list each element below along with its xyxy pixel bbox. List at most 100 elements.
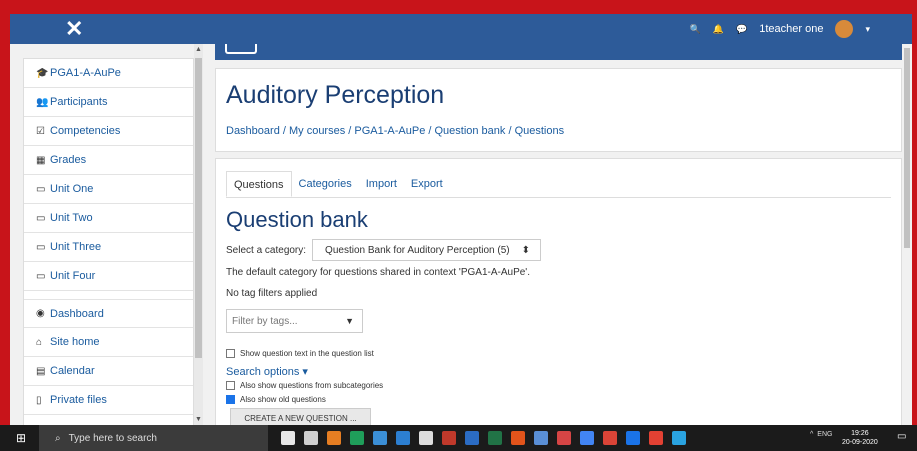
- sidebar-item[interactable]: ◉ Dashboard: [24, 299, 193, 328]
- sidebar-item[interactable]: ▭ Unit Two: [24, 204, 193, 233]
- no-tag-filter-text: No tag filters applied: [226, 288, 318, 299]
- windows-start-icon[interactable]: ⊞: [16, 431, 26, 445]
- tab-bar: Questions Categories Import Export: [226, 171, 450, 197]
- taskbar-app-icon[interactable]: [350, 431, 364, 445]
- taskbar-app-icon[interactable]: [373, 431, 387, 445]
- sidebar-scroll-thumb[interactable]: [195, 58, 202, 358]
- sidebar-item[interactable]: ▭ Unit One: [24, 175, 193, 204]
- old-questions-label: Also show old questions: [240, 395, 326, 404]
- user-name[interactable]: 1teacher one: [759, 23, 823, 35]
- system-tray: ^ ENG: [810, 431, 832, 438]
- dashboard-icon: ◉: [36, 308, 45, 319]
- folder-icon: ▭: [36, 212, 46, 224]
- old-questions-checkbox[interactable]: [226, 395, 235, 404]
- users-icon: 👥: [36, 96, 49, 108]
- tab-export[interactable]: Export: [404, 171, 450, 197]
- tab-categories[interactable]: Categories: [292, 171, 359, 197]
- taskbar-app-icon[interactable]: [304, 431, 318, 445]
- sidebar-scrollbar[interactable]: ▲ ▼: [194, 44, 203, 425]
- sidebar-item[interactable]: ▦ Grades: [24, 146, 193, 175]
- tag-filter-input[interactable]: Filter by tags... ▼: [226, 309, 363, 333]
- subcategories-checkbox[interactable]: [226, 381, 235, 390]
- page-header-band: [215, 44, 902, 60]
- taskbar-app-icon[interactable]: [511, 431, 525, 445]
- folder-icon: ▭: [36, 270, 46, 282]
- file-icon: ▯: [36, 394, 42, 406]
- sidebar-item-label: Private files: [50, 394, 107, 406]
- taskbar-app-icon[interactable]: [465, 431, 479, 445]
- bell-icon[interactable]: 🔔: [713, 24, 724, 35]
- page-scrollbar[interactable]: [902, 44, 912, 425]
- taskbar-app-icon[interactable]: [557, 431, 571, 445]
- sidebar-item[interactable]: 🎓 PGA1-A-AuPe: [24, 59, 193, 88]
- subcategories-option[interactable]: Also show questions from subcategories: [226, 381, 383, 390]
- chat-icon[interactable]: 💬: [736, 24, 747, 35]
- sidebar-item-label: Unit Three: [50, 241, 102, 253]
- sidebar-item[interactable]: ▯ Private files: [24, 386, 193, 415]
- taskbar-app-icon[interactable]: [419, 431, 433, 445]
- breadcrumb[interactable]: Dashboard / My courses / PGA1-A-AuPe / Q…: [226, 125, 564, 137]
- home-icon: ⌂: [36, 336, 43, 348]
- search-icon[interactable]: 🔍: [690, 24, 701, 35]
- sidebar-item[interactable]: ▤ Calendar: [24, 357, 193, 386]
- tab-divider: [226, 197, 891, 198]
- scroll-up-icon[interactable]: ▲: [195, 46, 202, 53]
- folder-icon: ▭: [36, 241, 46, 253]
- taskbar-app-icon[interactable]: [327, 431, 341, 445]
- category-select[interactable]: Question Bank for Auditory Perception (5…: [312, 239, 541, 261]
- sidebar-item-label: PGA1-A-AuPe: [50, 67, 121, 79]
- sidebar-item-label: Unit Four: [50, 270, 96, 282]
- sidebar-item[interactable]: ⌂ Site home: [24, 328, 193, 357]
- scroll-down-icon[interactable]: ▼: [195, 416, 202, 423]
- tab-import[interactable]: Import: [359, 171, 404, 197]
- tab-questions[interactable]: Questions: [226, 171, 292, 197]
- taskbar-app-icon[interactable]: [580, 431, 594, 445]
- sidebar-nav: 🎓 PGA1-A-AuPe 👥 Participants ☑ Competencies ▦ G…: [23, 58, 194, 425]
- tag-filter-placeholder: Filter by tags...: [232, 315, 298, 327]
- taskbar-app-icon[interactable]: [396, 431, 410, 445]
- taskbar-app-icon[interactable]: [488, 431, 502, 445]
- taskbar-clock[interactable]: 19:26 20-09-2020: [842, 429, 878, 447]
- page-title: Auditory Perception: [226, 81, 445, 109]
- sidebar-item[interactable]: 👥 Participants: [24, 88, 193, 117]
- sidebar-item-label: Competencies: [50, 125, 121, 137]
- taskbar-app-icon[interactable]: [534, 431, 548, 445]
- course-header-card: Auditory Perception Dashboard / My cours…: [215, 68, 902, 152]
- sidebar-item[interactable]: ▭ Unit Three: [24, 233, 193, 262]
- page-scroll-thumb[interactable]: [904, 48, 910, 248]
- windows-taskbar: ⊞ ⌕ Type here to search ^ ENG 19:26 20-0…: [0, 425, 917, 451]
- taskbar-app-icon[interactable]: [626, 431, 640, 445]
- sidebar-item[interactable]: ☑ Competencies: [24, 117, 193, 146]
- tag-filter-caret-icon: ▼: [345, 316, 354, 326]
- sidebar-item-label: Dashboard: [50, 307, 104, 320]
- sidebar-item[interactable]: ▭ Unit Four: [24, 262, 193, 291]
- taskbar-search-box[interactable]: ⌕ Type here to search: [39, 425, 268, 451]
- search-options-toggle[interactable]: Search options ▾: [226, 365, 308, 378]
- show-question-text-checkbox[interactable]: [226, 349, 235, 358]
- monitor-icon: [225, 44, 257, 54]
- show-question-text-label: Show question text in the question list: [240, 349, 374, 358]
- navbar-right: 🔍 🔔 💬 1teacher one ▾: [690, 14, 870, 44]
- language-indicator[interactable]: ENG: [817, 431, 832, 438]
- category-description: The default category for questions share…: [226, 267, 530, 278]
- old-questions-option[interactable]: Also show old questions: [226, 395, 326, 404]
- folder-icon: ▭: [36, 183, 46, 195]
- show-question-text-option[interactable]: Show question text in the question list: [226, 349, 374, 358]
- browser-frame: ✕ 🔍 🔔 💬 1teacher one ▾ 🎓 PGA1-A-AuPe 👥 Part…: [10, 14, 912, 425]
- sidebar-item-label: Site home: [50, 336, 100, 348]
- taskbar-app-icon[interactable]: [442, 431, 456, 445]
- taskbar-app-icon[interactable]: [603, 431, 617, 445]
- category-select-value: Question Bank for Auditory Perception (5…: [325, 244, 510, 256]
- sidebar-item-label: Unit One: [50, 183, 94, 195]
- avatar[interactable]: [835, 20, 854, 38]
- tray-chevron-icon[interactable]: ^: [810, 431, 813, 438]
- taskbar-app-icon[interactable]: [672, 431, 686, 445]
- user-menu-caret-icon[interactable]: ▾: [865, 24, 870, 35]
- taskbar-app-icon[interactable]: [649, 431, 663, 445]
- category-row: Select a category: Question Bank for Aud…: [226, 239, 541, 261]
- select-caret-icon: ⬍: [521, 244, 530, 256]
- close-drawer-icon[interactable]: ✕: [65, 16, 83, 42]
- create-question-button[interactable]: CREATE A NEW QUESTION ...: [230, 408, 371, 425]
- notification-icon[interactable]: ▭: [897, 431, 906, 442]
- taskbar-app-icon[interactable]: [281, 431, 295, 445]
